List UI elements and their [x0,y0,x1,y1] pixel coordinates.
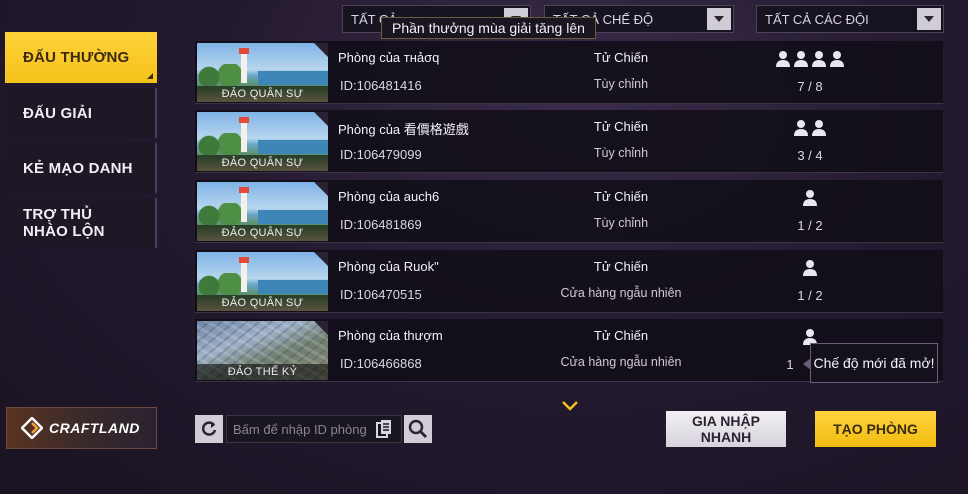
room-name: Phòng của 看價格遊戲 [338,122,469,137]
room-submode: Tùy chỉnh [593,216,649,230]
player-icons [755,50,865,68]
player-icon [794,51,808,67]
room-submode: Cửa hàng ngẫu nhiên [560,286,682,300]
room-row[interactable]: ĐẢO QUÂN SỰ Phòng của 看價格遊戲 ID:106479099… [195,110,943,173]
room-mode: Tử Chiến [593,50,649,65]
player-icon [803,190,817,206]
room-submode: Tùy chỉnh [593,77,649,91]
tab-tro-thu-nhao-lon[interactable]: TRỢ THỦ NHÀO LỘN [5,198,157,248]
room-row[interactable]: ĐẢO QUÂN SỰ Phòng của Ruok" ID:106470515… [195,250,943,313]
room-name: Phòng của Ruok" [338,259,439,274]
player-count: 3 / 4 [797,148,823,163]
craftland-logo-icon [21,417,43,439]
map-thumbnail: ĐẢO QUÂN SỰ [197,43,328,102]
room-id: ID:106470515 [340,287,422,302]
refresh-icon [201,421,217,436]
player-icons [755,259,865,277]
player-icon [812,51,826,67]
tab-label: ĐẤU GIẢI [23,104,93,122]
room-name: Phòng của auch6 [338,189,440,204]
map-thumbnail: ĐẢO QUÂN SỰ [197,112,328,171]
map-name: ĐẢO QUÂN SỰ [197,155,328,171]
player-icon [830,51,844,67]
player-icons [755,189,865,207]
search-icon [408,419,427,438]
map-thumbnail: ĐẢO THẾ KỶ [197,321,328,380]
chevron-down-icon[interactable] [917,8,941,30]
map-name: ĐẢO QUÂN SỰ [197,225,328,241]
new-mode-tooltip: Chế độ mới đã mở! [803,343,938,383]
tab-ke-mao-danh[interactable]: KẺ MẠO DANH [5,143,157,193]
craftland-label: CRAFTLAND [49,420,140,436]
season-reward-tooltip: Phần thưởng mùa giải tăng lên [381,17,596,39]
room-name: Phòng của thượm [338,328,443,343]
create-room-button[interactable]: TẠO PHÒNG [815,411,936,447]
player-count: 1 / 2 [797,218,823,233]
player-icon [803,260,817,276]
room-row[interactable]: ĐẢO QUÂN SỰ Phòng của auch6 ID:106481869… [195,180,943,243]
tab-label: TRỢ THỦ NHÀO LỘN [23,206,105,240]
refresh-button[interactable] [195,415,223,443]
room-id: ID:106466868 [340,356,422,371]
search-button[interactable] [404,415,432,443]
player-icon [812,120,826,136]
tab-dau-giai[interactable]: ĐẤU GIẢI [5,88,157,138]
tab-label: KẺ MẠO DANH [23,159,133,177]
player-icon [794,120,808,136]
filter-teams[interactable]: TẤT CẢ CÁC ĐỘI [756,5,944,33]
room-mode: Tử Chiến [593,259,649,274]
chevron-down-icon[interactable] [707,8,731,30]
tab-dau-thuong[interactable]: ĐẤU THƯỜNG [5,32,157,83]
room-id: ID:106481869 [340,217,422,232]
map-name: ĐẢO THẾ KỶ [197,364,328,380]
paste-icon[interactable] [375,419,393,439]
player-count: 7 / 8 [797,79,823,94]
room-row[interactable]: ĐẢO QUÂN SỰ Phòng của тнảσq ID:106481416… [195,41,943,104]
craftland-button[interactable]: CRAFTLAND [6,407,157,449]
room-mode: Tử Chiến [593,119,649,134]
scroll-down-chevron-icon[interactable] [561,400,579,412]
map-name: ĐẢO QUÂN SỰ [197,86,328,102]
player-count: 1 / 2 [797,288,823,303]
room-submode: Tùy chỉnh [593,146,649,160]
map-thumbnail: ĐẢO QUÂN SỰ [197,252,328,311]
quick-join-button[interactable]: GIA NHẬP NHANH [666,411,786,447]
room-mode: Tử Chiến [593,189,649,204]
player-icon [776,51,790,67]
room-name: Phòng của тнảσq [338,50,440,65]
room-id: ID:106481416 [340,78,422,93]
room-submode: Cửa hàng ngẫu nhiên [560,355,682,369]
map-name: ĐẢO QUÂN SỰ [197,295,328,311]
filter-teams-label: TẤT CẢ CÁC ĐỘI [765,11,869,27]
map-thumbnail: ĐẢO QUÂN SỰ [197,182,328,241]
room-mode: Tử Chiến [593,328,649,343]
player-icons [755,119,865,137]
room-id: ID:106479099 [340,147,422,162]
tab-label: ĐẤU THƯỜNG [23,49,130,66]
